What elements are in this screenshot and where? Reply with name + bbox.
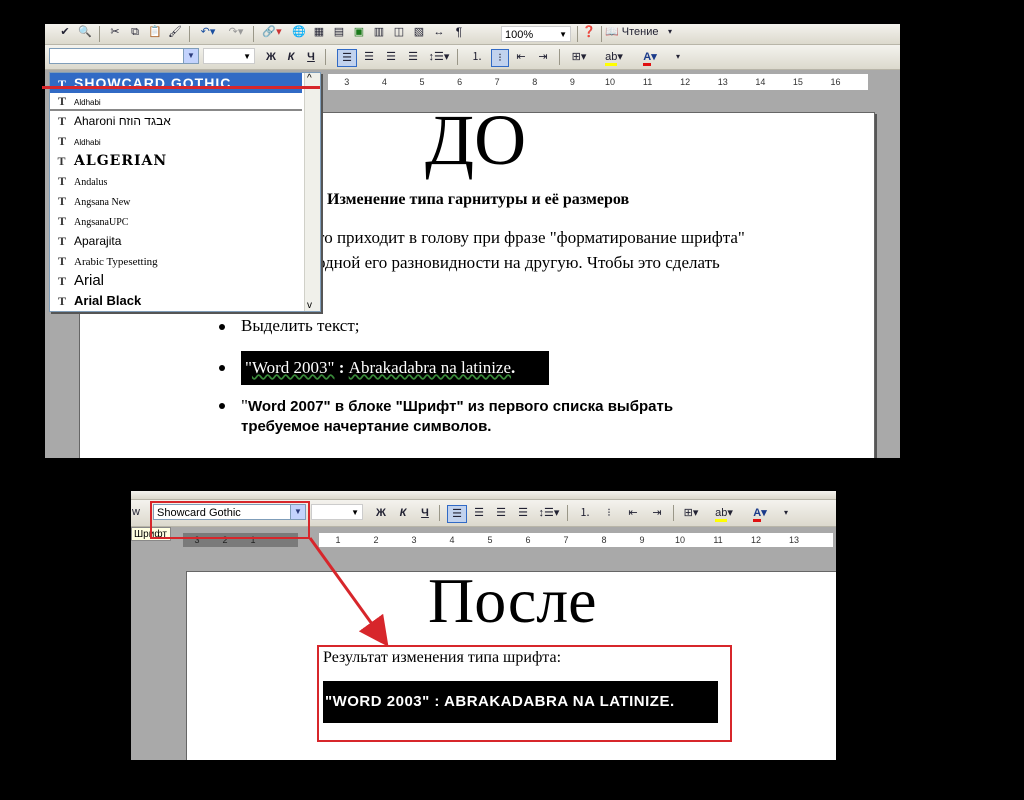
annotation-arrow [308,537,389,647]
arrow-line [308,537,389,647]
